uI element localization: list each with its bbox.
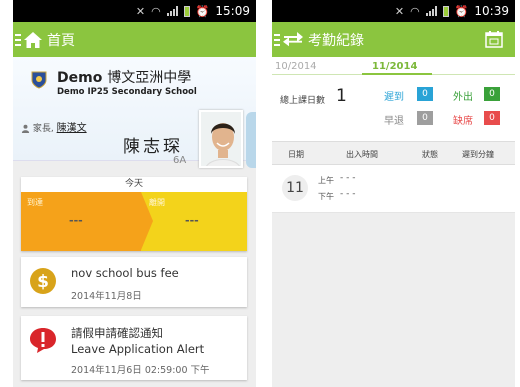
alert-icon (30, 328, 56, 353)
notification-title: nov school bus fee (71, 266, 179, 280)
attendance-summary: 總上課日數 1 遲到 0 外出 0 早退 0 缺席 0 (272, 75, 515, 141)
sync-icon[interactable] (282, 31, 304, 49)
tab-current-month[interactable]: 11/2014 (372, 61, 417, 72)
arrive-panel: 到達 --- (21, 192, 141, 251)
col-late-minutes: 遲到分鐘 (462, 150, 494, 159)
wifi-icon: ◠ (151, 4, 161, 18)
page-title: 首頁 (47, 32, 75, 49)
calendar-icon[interactable] (485, 30, 503, 48)
am-value: - - - (340, 173, 356, 183)
battery-icon (183, 5, 190, 17)
parent-name[interactable]: 陳漢文 (57, 123, 87, 134)
school-crest-icon (31, 71, 47, 89)
total-days-label: 總上課日數 (280, 96, 326, 106)
leave-value: --- (185, 214, 199, 227)
mute-icon: ✕ (135, 4, 146, 18)
person-icon (21, 124, 30, 133)
menu-icon[interactable] (15, 33, 21, 46)
arrive-arrow (141, 192, 153, 250)
out-count[interactable]: 0 (484, 87, 500, 101)
late-count[interactable]: 0 (417, 87, 433, 101)
arrive-value: --- (69, 214, 83, 227)
out-label: 外出 (453, 92, 473, 103)
app-bar: 考勤紀錄 (272, 22, 515, 57)
school-name-prefix: Demo (57, 70, 103, 86)
col-date: 日期 (288, 150, 304, 159)
mute-icon: ✕ (394, 4, 405, 18)
dollar-icon: $ (30, 268, 56, 294)
status-time: 15:09 (215, 4, 250, 18)
leave-panel: 離開 --- (141, 192, 247, 251)
table-header: 日期 出入時間 狀態 遲到分鐘 (272, 141, 515, 165)
student-class: 6A (173, 155, 187, 166)
total-days-value: 1 (336, 86, 347, 106)
home-screen: ✕ ◠ ⏰ 15:09 首頁 Demo 博文亞洲中學 Demo IP25 Sec… (13, 0, 256, 387)
status-bar: ✕ ◠ ⏰ 10:39 (272, 0, 515, 22)
col-status: 狀態 (422, 150, 438, 159)
am-label: 上午 (318, 176, 334, 185)
today-title: 今天 (124, 179, 143, 189)
parent-info: 家長, 陳漢文 (21, 119, 87, 134)
arrive-label: 到達 (27, 198, 43, 207)
battery-icon (442, 5, 449, 17)
alarm-icon: ⏰ (454, 4, 469, 18)
menu-icon[interactable] (274, 33, 280, 46)
app-bar: 首頁 (13, 22, 256, 57)
student-avatar[interactable] (199, 110, 243, 168)
col-time: 出入時間 (346, 150, 378, 159)
notification-date: 2014年11月6日 02:59:00 下午 (71, 365, 210, 376)
attendance-screen: ✕ ◠ ⏰ 10:39 考勤紀錄 10/2014 11/2014 總上課日數 1… (272, 0, 515, 387)
parent-role: 家長, (32, 124, 54, 134)
signal-icon (425, 6, 437, 16)
page-title: 考勤紀錄 (308, 32, 364, 49)
notification-item[interactable]: 請假申請確認通知 Leave Application Alert 2014年11… (21, 316, 247, 380)
student-name: 陳志琛 (123, 137, 183, 157)
signal-icon (166, 6, 178, 16)
early-leave-count[interactable]: 0 (417, 111, 433, 125)
pm-label: 下午 (318, 192, 334, 201)
notification-date: 2014年11月8日 (71, 291, 142, 302)
status-bar: ✕ ◠ ⏰ 15:09 (13, 0, 256, 22)
notification-item[interactable]: $ nov school bus fee 2014年11月8日 (21, 257, 247, 307)
home-icon[interactable] (23, 31, 43, 49)
photo-edge (246, 112, 256, 168)
notification-title: 請假申請確認通知 (71, 326, 163, 340)
absent-label: 缺席 (453, 116, 473, 127)
late-label: 遲到 (384, 92, 404, 103)
notification-subtitle: Leave Application Alert (71, 342, 205, 356)
school-name-en: Demo IP25 Secondary School (57, 87, 197, 97)
day-number: 11 (282, 175, 308, 201)
alarm-icon: ⏰ (195, 4, 210, 18)
svg-text:$: $ (37, 272, 49, 292)
school-name-chinese: 博文亞洲中學 (107, 70, 192, 86)
status-time: 10:39 (474, 4, 509, 18)
early-leave-label: 早退 (384, 116, 404, 127)
absent-count[interactable]: 0 (484, 111, 500, 125)
month-tabs: 10/2014 11/2014 (272, 57, 515, 76)
student-photo (201, 112, 241, 166)
school-name-cn: Demo 博文亞洲中學 (57, 67, 191, 87)
today-card: 今天 到達 --- 離開 --- (21, 177, 247, 251)
table-row[interactable]: 11 上午 - - - 下午 - - - (272, 165, 515, 213)
pm-value: - - - (340, 189, 356, 199)
tab-prev-month[interactable]: 10/2014 (275, 61, 317, 72)
wifi-icon: ◠ (410, 4, 420, 18)
